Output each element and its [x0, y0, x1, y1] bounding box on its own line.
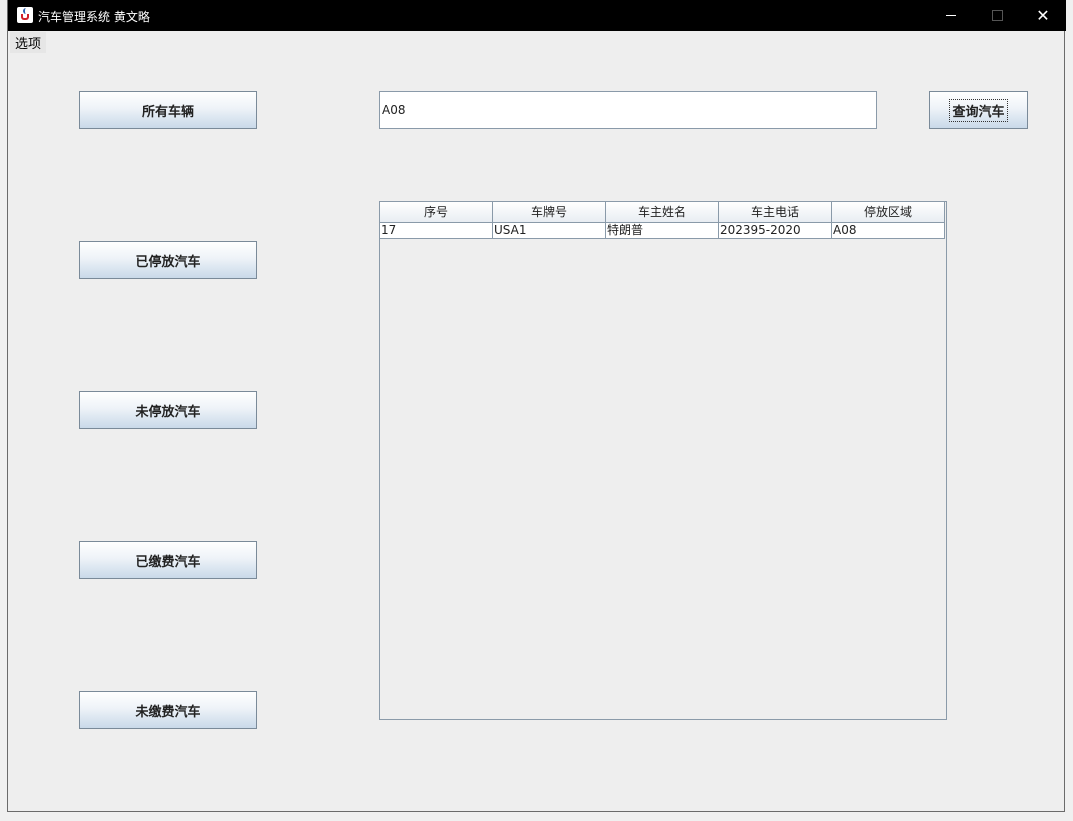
- query-car-label: 查询汽车: [949, 98, 1008, 122]
- cell-plate[interactable]: USA1: [493, 223, 606, 239]
- cell-owner-phone[interactable]: 202395-2020: [719, 223, 832, 239]
- menu-bar: 选项: [8, 31, 1064, 53]
- maximize-button[interactable]: [974, 0, 1020, 31]
- column-header-plate[interactable]: 车牌号: [493, 202, 606, 223]
- cell-parking-area[interactable]: A08: [832, 223, 945, 239]
- parked-cars-button[interactable]: 已停放汽车: [79, 241, 257, 279]
- unpaid-cars-button[interactable]: 未缴费汽车: [79, 691, 257, 729]
- search-input[interactable]: [379, 91, 877, 129]
- column-header-owner-name[interactable]: 车主姓名: [606, 202, 719, 223]
- app-window: 汽车管理系统 黄文略 ✕ 选项 所有车辆 已停放汽车 未停放汽车 已缴费汽车 未…: [7, 0, 1066, 812]
- unparked-cars-button[interactable]: 未停放汽车: [79, 391, 257, 429]
- table-row[interactable]: 17 USA1 特朗普 202395-2020 A08: [380, 223, 946, 239]
- close-icon: ✕: [1036, 6, 1050, 25]
- all-vehicles-button[interactable]: 所有车辆: [79, 91, 257, 129]
- paid-cars-button[interactable]: 已缴费汽车: [79, 541, 257, 579]
- cars-table[interactable]: 序号 车牌号 车主姓名 车主电话 停放区域 17 USA1 特朗普 202395…: [379, 201, 947, 720]
- column-header-owner-phone[interactable]: 车主电话: [719, 202, 832, 223]
- title-bar[interactable]: 汽车管理系统 黄文略 ✕: [8, 0, 1066, 31]
- window-title: 汽车管理系统 黄文略: [38, 10, 150, 24]
- cell-owner-name[interactable]: 特朗普: [606, 223, 719, 239]
- close-button[interactable]: ✕: [1020, 0, 1066, 31]
- column-header-id[interactable]: 序号: [380, 202, 493, 223]
- menu-options[interactable]: 选项: [10, 32, 47, 53]
- java-app-icon: [17, 7, 33, 23]
- minimize-icon: [946, 15, 956, 16]
- maximize-icon: [991, 10, 1003, 21]
- query-car-button[interactable]: 查询汽车: [929, 91, 1028, 129]
- cell-id[interactable]: 17: [380, 223, 493, 239]
- minimize-button[interactable]: [928, 0, 974, 31]
- column-header-parking-area[interactable]: 停放区域: [832, 202, 945, 223]
- table-header: 序号 车牌号 车主姓名 车主电话 停放区域: [380, 202, 946, 223]
